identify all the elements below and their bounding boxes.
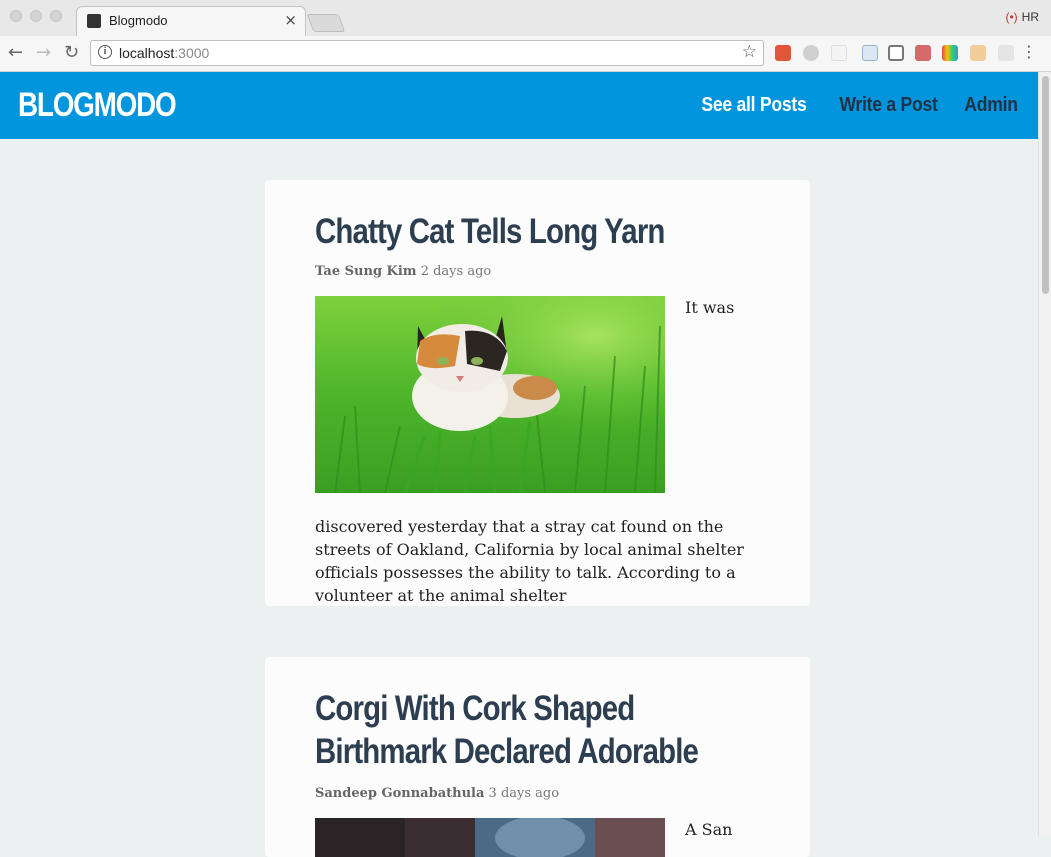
site-nav: See all Posts Write a Post Admin: [673, 94, 1018, 117]
post-card[interactable]: Chatty Cat Tells Long Yarn Tae Sung Kim …: [265, 180, 810, 606]
nav-write-a-post[interactable]: Write a Post: [839, 94, 937, 117]
cast-icon[interactable]: [888, 45, 904, 61]
rainbow-icon[interactable]: [942, 45, 958, 61]
url-text[interactable]: localhost:3000: [119, 45, 209, 61]
new-tab-button[interactable]: [306, 14, 346, 32]
back-icon[interactable]: ←: [8, 42, 23, 63]
post-title[interactable]: Corgi With Cork Shaped Birthmark Declared…: [315, 687, 785, 773]
browser-menu-icon[interactable]: ⋮: [1021, 44, 1037, 60]
toggle-icon[interactable]: [998, 45, 1014, 61]
profile-button[interactable]: (•) HR: [1005, 10, 1039, 24]
post-card[interactable]: Corgi With Cork Shaped Birthmark Declared…: [265, 657, 810, 857]
post-title-line: Corgi With Cork Shaped: [315, 689, 635, 728]
face-icon[interactable]: [970, 45, 986, 61]
post-image[interactable]: [315, 818, 665, 857]
post-body-start: It was: [685, 298, 735, 317]
post-time: 3 days ago: [488, 786, 560, 801]
profile-icon: (•): [1005, 10, 1018, 24]
calendar-icon[interactable]: [862, 45, 878, 61]
cat-photo: [315, 296, 665, 493]
corgi-photo: [315, 818, 665, 857]
browser-tab[interactable]: Blogmodo ×: [76, 6, 306, 36]
puzzle-icon[interactable]: [915, 45, 931, 61]
profile-label: HR: [1021, 10, 1039, 24]
post-meta: Sandeep Gonnabathula 3 days ago: [315, 786, 559, 801]
feedly-icon[interactable]: [803, 45, 819, 61]
nav-admin[interactable]: Admin: [965, 94, 1019, 117]
post-author[interactable]: Sandeep Gonnabathula: [315, 786, 484, 801]
post-title[interactable]: Chatty Cat Tells Long Yarn: [315, 210, 785, 253]
forward-icon[interactable]: →: [36, 42, 51, 63]
bookmark-star-icon[interactable]: ☆: [742, 42, 757, 62]
reload-icon[interactable]: ↻: [64, 42, 79, 63]
post-image[interactable]: [315, 296, 665, 493]
scrollbar-thumb[interactable]: [1042, 76, 1049, 294]
post-time: 2 days ago: [420, 264, 492, 279]
address-bar[interactable]: i localhost:3000 ☆: [90, 40, 764, 66]
window-minimize-icon[interactable]: [30, 10, 42, 22]
post-author[interactable]: Tae Sung Kim: [315, 264, 417, 279]
blank-icon[interactable]: [831, 45, 847, 61]
info-icon[interactable]: i: [98, 45, 112, 59]
post-body-start: A San: [685, 820, 733, 839]
tab-close-icon[interactable]: ×: [284, 11, 297, 29]
nav-see-all-posts[interactable]: See all Posts: [701, 94, 806, 117]
site-header: BLOGMODO See all Posts Write a Post Admi…: [0, 72, 1038, 139]
url-port: :3000: [174, 45, 210, 61]
url-host: localhost: [119, 45, 175, 61]
page-scrollbar[interactable]: [1038, 72, 1051, 836]
window-zoom-icon[interactable]: [50, 10, 62, 22]
youtube-icon[interactable]: [775, 45, 791, 61]
site-logo[interactable]: BLOGMODO: [18, 86, 177, 125]
post-title-line: Birthmark Declared Adorable: [315, 732, 699, 771]
window-close-icon[interactable]: [10, 10, 22, 22]
browser-tab-strip: Blogmodo × (•) HR: [0, 0, 1051, 37]
post-meta: Tae Sung Kim 2 days ago: [315, 264, 491, 279]
post-excerpt: discovered yesterday that a stray cat fo…: [315, 517, 744, 605]
cube-icon: [87, 14, 101, 28]
browser-toolbar: ← → ↻ i localhost:3000 ☆ ⋮: [0, 36, 1051, 72]
tab-title: Blogmodo: [109, 13, 168, 28]
